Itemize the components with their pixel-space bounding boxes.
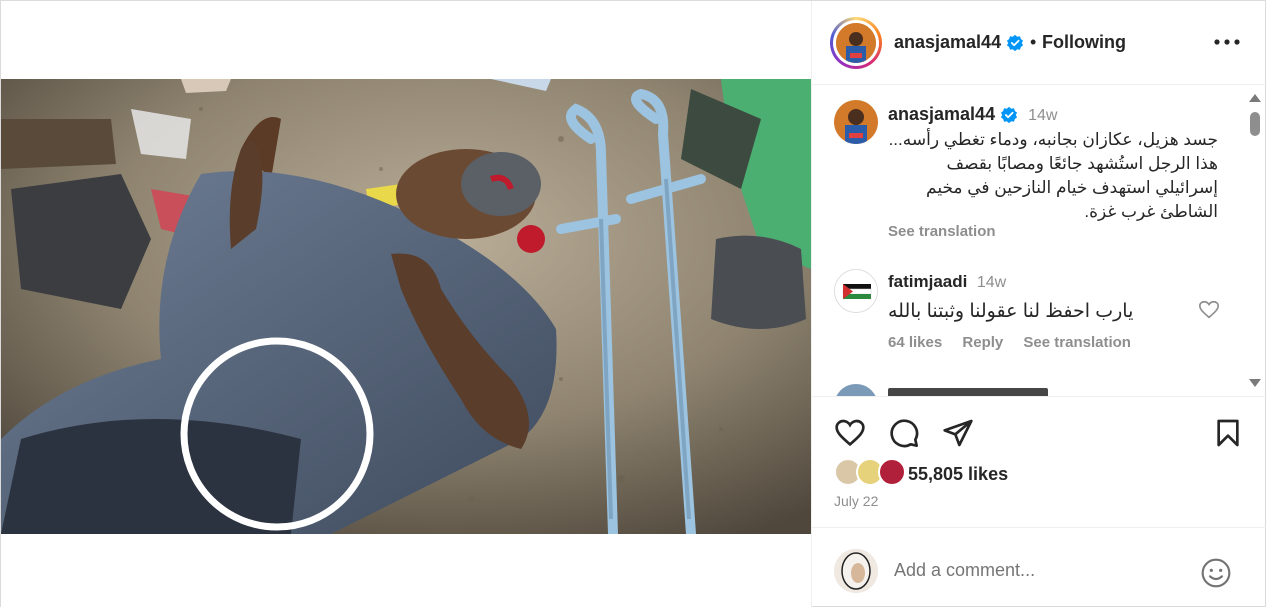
post-modal: anasjamal44 • Following anasjamal44 14w … xyxy=(0,0,1266,607)
scroll-up-icon xyxy=(1249,94,1261,102)
liked-by-avatar-stack xyxy=(834,458,906,486)
author-username-text[interactable]: anasjamal44 xyxy=(894,32,1001,52)
comment-time[interactable]: 14w xyxy=(977,274,1006,291)
comments-list[interactable]: anasjamal44 14w جسد هزيل، عكازان بجانبه،… xyxy=(812,86,1246,396)
likes-count[interactable]: 55,805 likes xyxy=(908,464,1008,485)
comment-avatar[interactable] xyxy=(834,269,878,313)
caption-see-translation[interactable]: See translation xyxy=(888,223,996,240)
author-avatar-image-icon xyxy=(836,23,876,63)
comment-likes-count[interactable]: 64 likes xyxy=(888,334,942,351)
scrollbar-track xyxy=(1249,94,1261,387)
post-details-panel: anasjamal44 • Following anasjamal44 14w … xyxy=(811,1,1266,607)
liked-by-avatars[interactable] xyxy=(834,457,906,492)
comment-see-translation[interactable]: See translation xyxy=(1023,334,1131,351)
comment-header: fatimjaadi 14w xyxy=(888,272,1006,292)
current-user-avatar-image-icon xyxy=(834,549,878,593)
caption-header: anasjamal44 14w xyxy=(888,104,1057,125)
comment-icon[interactable] xyxy=(888,417,920,449)
current-user-avatar xyxy=(834,549,878,593)
verified-badge-icon xyxy=(1006,35,1024,52)
comment-reply-button[interactable]: Reply xyxy=(962,334,1003,351)
author-username[interactable]: anasjamal44 xyxy=(894,32,1024,53)
palestine-flag-avatar-icon xyxy=(835,270,877,312)
share-icon[interactable] xyxy=(942,417,974,449)
following-button[interactable]: Following xyxy=(1042,32,1126,53)
comment-like-heart-icon[interactable] xyxy=(1198,299,1220,321)
next-comment-clipped-username xyxy=(888,388,1048,396)
scroll-down-icon xyxy=(1249,379,1261,387)
caption-author-avatar[interactable] xyxy=(834,100,878,144)
caption-username[interactable]: anasjamal44 xyxy=(888,104,995,124)
author-avatar xyxy=(836,23,876,63)
post-photo-illustration xyxy=(1,79,811,534)
comment-meta: 64 likes Reply See translation xyxy=(888,334,1147,351)
emoji-icon[interactable] xyxy=(1200,557,1232,589)
post-photo[interactable] xyxy=(1,79,811,534)
verified-badge-icon xyxy=(1000,107,1018,124)
caption-text: جسد هزيل، عكازان بجانبه، ودماء تغطي رأسه… xyxy=(888,130,1218,221)
caption-time[interactable]: 14w xyxy=(1028,107,1057,124)
post-date[interactable]: July 22 xyxy=(834,493,878,509)
author-avatar-story-ring[interactable] xyxy=(830,17,882,69)
comment-username[interactable]: fatimjaadi xyxy=(888,272,967,291)
next-comment-avatar[interactable] xyxy=(834,384,878,396)
header-separator: • xyxy=(1030,32,1037,52)
post-header: anasjamal44 • Following xyxy=(812,1,1266,85)
comments-scrollbar[interactable] xyxy=(1246,86,1264,396)
post-actions-section: 55,805 likes July 22 xyxy=(812,396,1266,607)
save-icon[interactable] xyxy=(1212,417,1244,449)
heart-icon[interactable] xyxy=(834,417,866,449)
comment-text: يارب احفظ لنا عقولنا وثبتنا بالله xyxy=(888,301,1134,322)
post-media-area xyxy=(1,1,811,607)
more-options-icon[interactable] xyxy=(1212,32,1242,52)
scrollbar-thumb xyxy=(1250,112,1260,136)
caption-avatar-image-icon xyxy=(834,100,878,144)
add-comment-input[interactable] xyxy=(894,560,1184,581)
